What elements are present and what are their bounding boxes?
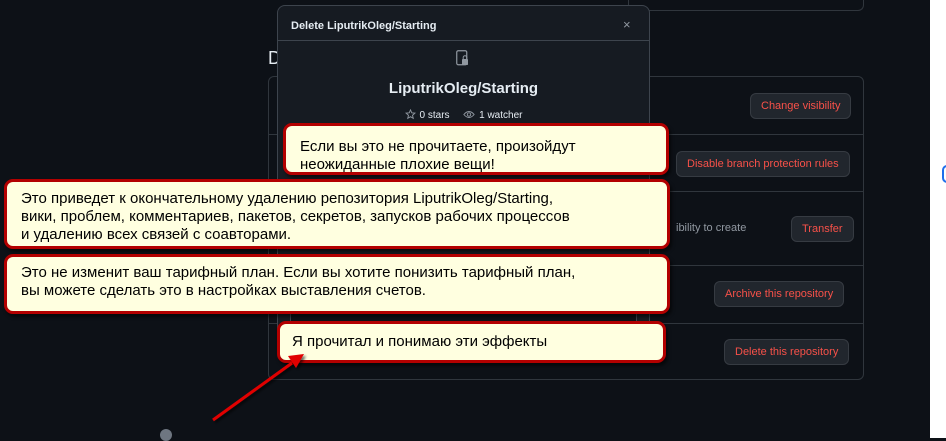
eye-icon [463, 111, 475, 118]
callout-text: Если вы это не прочитаете, произойдут [300, 138, 576, 155]
change-visibility-button[interactable]: Change visibility [750, 93, 852, 119]
star-icon [404, 108, 416, 120]
callout-text: вики, проблем, комментариев, пакетов, се… [21, 208, 570, 225]
callout-text: Я прочитал и понимаю эти эффекты [292, 333, 548, 350]
callout-text: неожиданные плохие вещи! [300, 156, 495, 173]
transfer-description: ibility to create [676, 222, 747, 234]
callout-deletion-info: Это приведет к окончательному удалению р… [4, 179, 670, 249]
archive-repository-button[interactable]: Archive this repository [714, 281, 845, 307]
callout-billing-info: Это не изменит ваш тарифный план. Если в… [4, 254, 670, 314]
footer [160, 429, 760, 441]
callout-text: и удалению всех связей с соавторами. [21, 226, 292, 243]
callout-text: Это не изменит ваш тарифный план. Если в… [21, 264, 576, 281]
callout-confirm: Я прочитал и понимаю эти эффекты [277, 321, 666, 363]
transfer-button[interactable]: Transfer [791, 216, 854, 242]
settings-panel-top [628, 0, 864, 11]
delete-repository-button[interactable]: Delete this repository [724, 339, 850, 365]
dialog-divider [278, 40, 649, 41]
repo-lock-icon [456, 50, 468, 66]
callout-text: вы можете сделать это в настройках выста… [21, 282, 426, 299]
github-logo-icon [160, 429, 172, 441]
dialog-title: Delete LiputrikOleg/Starting [291, 20, 437, 32]
repo-name: LiputrikOleg/Starting [388, 80, 539, 97]
side-strip [930, 0, 946, 438]
stars-count: 0 stars [419, 110, 450, 121]
callout-warning: Если вы это не прочитаете, произойдут не… [283, 123, 669, 175]
side-indicator [942, 165, 946, 183]
disable-branch-protection-button[interactable]: Disable branch protection rules [676, 151, 850, 177]
close-icon[interactable]: × [623, 17, 631, 32]
watchers-count: 1 watcher [479, 110, 523, 121]
repo-stats: 0 stars 1 watcher [278, 108, 649, 121]
callout-text: Это приведет к окончательному удалению р… [21, 190, 554, 207]
